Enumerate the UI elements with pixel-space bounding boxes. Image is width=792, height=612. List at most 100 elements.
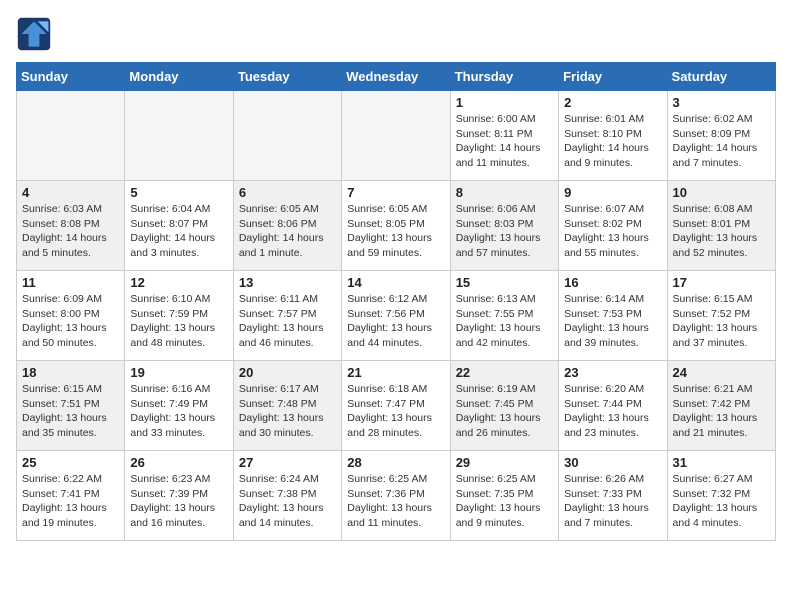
day-info: Sunrise: 6:00 AMSunset: 8:11 PMDaylight:…: [456, 112, 553, 171]
day-info: Sunrise: 6:15 AMSunset: 7:51 PMDaylight:…: [22, 382, 119, 441]
weekday-header-tuesday: Tuesday: [233, 63, 341, 91]
day-info: Sunrise: 6:05 AMSunset: 8:05 PMDaylight:…: [347, 202, 444, 261]
calendar-cell: 1 Sunrise: 6:00 AMSunset: 8:11 PMDaylight…: [450, 91, 558, 181]
day-number: 13: [239, 275, 336, 290]
day-info: Sunrise: 6:09 AMSunset: 8:00 PMDaylight:…: [22, 292, 119, 351]
calendar-cell: [342, 91, 450, 181]
calendar-cell: 20Sunrise: 6:17 AMSunset: 7:48 PMDayligh…: [233, 361, 341, 451]
day-info: Sunrise: 6:07 AMSunset: 8:02 PMDaylight:…: [564, 202, 661, 261]
day-number: 18: [22, 365, 119, 380]
day-info: Sunrise: 6:02 AMSunset: 8:09 PMDaylight:…: [673, 112, 770, 171]
calendar-header-row: SundayMondayTuesdayWednesdayThursdayFrid…: [17, 63, 776, 91]
calendar-week-1: 1 Sunrise: 6:00 AMSunset: 8:11 PMDaylight…: [17, 91, 776, 181]
calendar-cell: 17Sunrise: 6:15 AMSunset: 7:52 PMDayligh…: [667, 271, 775, 361]
day-info: Sunrise: 6:05 AMSunset: 8:06 PMDaylight:…: [239, 202, 336, 261]
day-number: 9: [564, 185, 661, 200]
weekday-header-monday: Monday: [125, 63, 233, 91]
calendar-cell: [233, 91, 341, 181]
calendar-cell: 4 Sunrise: 6:03 AMSunset: 8:08 PMDaylight…: [17, 181, 125, 271]
day-number: 14: [347, 275, 444, 290]
day-info: Sunrise: 6:08 AMSunset: 8:01 PMDaylight:…: [673, 202, 770, 261]
calendar-cell: 25 Sunrise: 6:22 AMSunset: 7:41 PMDayligh…: [17, 451, 125, 541]
day-info: Sunrise: 6:19 AMSunset: 7:45 PMDaylight:…: [456, 382, 553, 441]
weekday-header-friday: Friday: [559, 63, 667, 91]
calendar-cell: 29 Sunrise: 6:25 AMSunset: 7:35 PMDayligh…: [450, 451, 558, 541]
day-info: Sunrise: 6:23 AMSunset: 7:39 PMDaylight:…: [130, 472, 227, 531]
calendar-cell: 26 Sunrise: 6:23 AMSunset: 7:39 PMDayligh…: [125, 451, 233, 541]
day-info: Sunrise: 6:21 AMSunset: 7:42 PMDaylight:…: [673, 382, 770, 441]
logo-icon: [16, 16, 52, 52]
day-number: 26: [130, 455, 227, 470]
calendar-cell: 27 Sunrise: 6:24 AMSunset: 7:38 PMDayligh…: [233, 451, 341, 541]
day-info: Sunrise: 6:11 AMSunset: 7:57 PMDaylight:…: [239, 292, 336, 351]
calendar-cell: 14 Sunrise: 6:12 AMSunset: 7:56 PMDayligh…: [342, 271, 450, 361]
calendar-week-2: 4 Sunrise: 6:03 AMSunset: 8:08 PMDaylight…: [17, 181, 776, 271]
calendar-cell: 10Sunrise: 6:08 AMSunset: 8:01 PMDayligh…: [667, 181, 775, 271]
day-number: 11: [22, 275, 119, 290]
day-number: 5: [130, 185, 227, 200]
day-info: Sunrise: 6:01 AMSunset: 8:10 PMDaylight:…: [564, 112, 661, 171]
calendar-cell: 18 Sunrise: 6:15 AMSunset: 7:51 PMDayligh…: [17, 361, 125, 451]
weekday-header-wednesday: Wednesday: [342, 63, 450, 91]
logo: [16, 16, 56, 52]
day-number: 25: [22, 455, 119, 470]
day-info: Sunrise: 6:24 AMSunset: 7:38 PMDaylight:…: [239, 472, 336, 531]
day-info: Sunrise: 6:13 AMSunset: 7:55 PMDaylight:…: [456, 292, 553, 351]
day-info: Sunrise: 6:18 AMSunset: 7:47 PMDaylight:…: [347, 382, 444, 441]
day-info: Sunrise: 6:20 AMSunset: 7:44 PMDaylight:…: [564, 382, 661, 441]
day-number: 28: [347, 455, 444, 470]
calendar-cell: 23 Sunrise: 6:20 AMSunset: 7:44 PMDayligh…: [559, 361, 667, 451]
calendar-cell: 31 Sunrise: 6:27 AMSunset: 7:32 PMDayligh…: [667, 451, 775, 541]
day-number: 24: [673, 365, 770, 380]
day-info: Sunrise: 6:25 AMSunset: 7:36 PMDaylight:…: [347, 472, 444, 531]
page-header: [16, 16, 776, 52]
day-info: Sunrise: 6:16 AMSunset: 7:49 PMDaylight:…: [130, 382, 227, 441]
day-info: Sunrise: 6:17 AMSunset: 7:48 PMDaylight:…: [239, 382, 336, 441]
day-info: Sunrise: 6:27 AMSunset: 7:32 PMDaylight:…: [673, 472, 770, 531]
calendar-cell: 9 Sunrise: 6:07 AMSunset: 8:02 PMDaylight…: [559, 181, 667, 271]
calendar-cell: 15 Sunrise: 6:13 AMSunset: 7:55 PMDayligh…: [450, 271, 558, 361]
day-number: 15: [456, 275, 553, 290]
day-number: 30: [564, 455, 661, 470]
day-info: Sunrise: 6:15 AMSunset: 7:52 PMDaylight:…: [673, 292, 770, 351]
day-number: 7: [347, 185, 444, 200]
calendar-cell: 3 Sunrise: 6:02 AMSunset: 8:09 PMDaylight…: [667, 91, 775, 181]
day-info: Sunrise: 6:14 AMSunset: 7:53 PMDaylight:…: [564, 292, 661, 351]
day-info: Sunrise: 6:10 AMSunset: 7:59 PMDaylight:…: [130, 292, 227, 351]
day-info: Sunrise: 6:22 AMSunset: 7:41 PMDaylight:…: [22, 472, 119, 531]
day-number: 4: [22, 185, 119, 200]
day-info: Sunrise: 6:25 AMSunset: 7:35 PMDaylight:…: [456, 472, 553, 531]
weekday-header-sunday: Sunday: [17, 63, 125, 91]
calendar-week-5: 25 Sunrise: 6:22 AMSunset: 7:41 PMDayligh…: [17, 451, 776, 541]
day-info: Sunrise: 6:26 AMSunset: 7:33 PMDaylight:…: [564, 472, 661, 531]
calendar-cell: 21Sunrise: 6:18 AMSunset: 7:47 PMDayligh…: [342, 361, 450, 451]
day-info: Sunrise: 6:03 AMSunset: 8:08 PMDaylight:…: [22, 202, 119, 261]
day-number: 16: [564, 275, 661, 290]
day-number: 12: [130, 275, 227, 290]
calendar-cell: 6 Sunrise: 6:05 AMSunset: 8:06 PMDaylight…: [233, 181, 341, 271]
day-number: 3: [673, 95, 770, 110]
calendar-week-4: 18 Sunrise: 6:15 AMSunset: 7:51 PMDayligh…: [17, 361, 776, 451]
day-number: 2: [564, 95, 661, 110]
calendar-cell: 13 Sunrise: 6:11 AMSunset: 7:57 PMDayligh…: [233, 271, 341, 361]
calendar-cell: [125, 91, 233, 181]
calendar-cell: 11 Sunrise: 6:09 AMSunset: 8:00 PMDayligh…: [17, 271, 125, 361]
calendar-cell: 30 Sunrise: 6:26 AMSunset: 7:33 PMDayligh…: [559, 451, 667, 541]
calendar-cell: 24 Sunrise: 6:21 AMSunset: 7:42 PMDayligh…: [667, 361, 775, 451]
day-number: 1: [456, 95, 553, 110]
calendar-cell: 12 Sunrise: 6:10 AMSunset: 7:59 PMDayligh…: [125, 271, 233, 361]
weekday-header-thursday: Thursday: [450, 63, 558, 91]
weekday-header-saturday: Saturday: [667, 63, 775, 91]
day-number: 29: [456, 455, 553, 470]
day-number: 27: [239, 455, 336, 470]
day-number: 19: [130, 365, 227, 380]
day-number: 31: [673, 455, 770, 470]
day-number: 6: [239, 185, 336, 200]
day-number: 23: [564, 365, 661, 380]
day-info: Sunrise: 6:12 AMSunset: 7:56 PMDaylight:…: [347, 292, 444, 351]
calendar-cell: 16 Sunrise: 6:14 AMSunset: 7:53 PMDayligh…: [559, 271, 667, 361]
calendar-week-3: 11 Sunrise: 6:09 AMSunset: 8:00 PMDayligh…: [17, 271, 776, 361]
day-info: Sunrise: 6:04 AMSunset: 8:07 PMDaylight:…: [130, 202, 227, 261]
calendar-cell: 5 Sunrise: 6:04 AMSunset: 8:07 PMDaylight…: [125, 181, 233, 271]
day-number: 8: [456, 185, 553, 200]
